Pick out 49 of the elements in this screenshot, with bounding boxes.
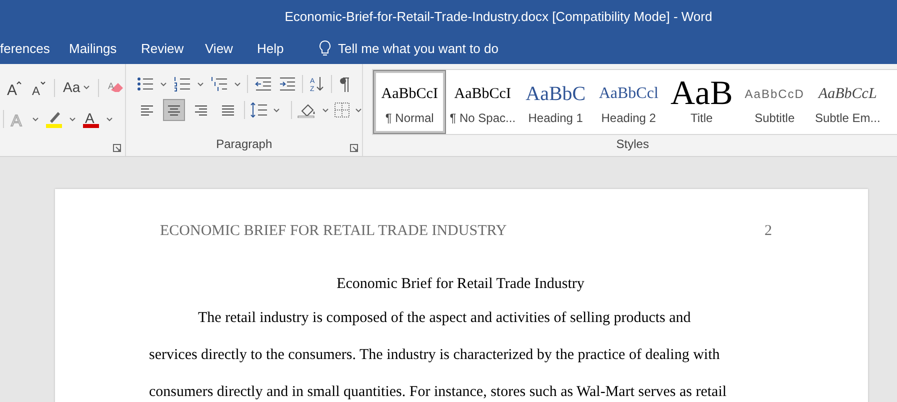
caret-icon[interactable] [197, 82, 204, 86]
tell-me-field[interactable]: Tell me what you want to do [338, 38, 498, 58]
ribbon-tab[interactable]: ferences [0, 38, 69, 58]
align-center-button[interactable] [163, 99, 186, 121]
caret-icon[interactable] [273, 108, 280, 112]
style-item[interactable]: AaBbCcI ¶ Normal [373, 70, 446, 134]
caret-icon[interactable] [355, 108, 362, 112]
group-label: Paragraph [215, 136, 274, 153]
caret-icon[interactable] [234, 82, 242, 86]
align-justify-icon [220, 102, 236, 118]
ribbon-tab[interactable]: View [205, 38, 257, 58]
multilevel-list-icon[interactable] [210, 76, 228, 92]
change-case-button[interactable]: Aa [63, 77, 90, 98]
caret-icon[interactable] [322, 108, 330, 112]
borders-icon[interactable] [334, 102, 350, 118]
style-item[interactable]: AaB Title [665, 70, 738, 134]
lightbulb-icon[interactable] [318, 40, 332, 58]
pilcrow-icon[interactable] [338, 76, 350, 92]
dialog-launcher-icon[interactable] [113, 144, 122, 152]
caret-icon[interactable] [32, 116, 39, 122]
caret-icon[interactable] [83, 85, 90, 90]
style-item[interactable]: AaBbCcI ¶ No Spac... [446, 70, 520, 134]
style-item[interactable]: AaBbCcL Subtle Em... [811, 70, 884, 134]
align-center-icon [166, 102, 182, 118]
shading-icon[interactable] [297, 102, 318, 118]
increase-indent-icon[interactable] [278, 76, 296, 92]
align-right-icon [193, 102, 210, 118]
page-number: 2 [764, 222, 772, 241]
ribbon-tab[interactable]: Mailings [69, 38, 141, 58]
style-item[interactable]: AaBbC Heading 1 [519, 70, 592, 134]
page-header: ECONOMIC BRIEF FOR RETAIL TRADE INDUSTRY [160, 222, 507, 241]
caret-icon[interactable] [160, 82, 168, 86]
group-label: Styles [615, 136, 650, 153]
document-title: Economic Brief for Retail Trade Industry [336, 274, 586, 294]
ribbon-tab[interactable]: Review [141, 38, 205, 58]
numbering-icon[interactable] [173, 76, 192, 92]
highlighter-icon[interactable] [45, 110, 63, 128]
body-paragraph: The retail industry is composed of the aspect and activities of selling products and services directly to the consumers. The industry is characterized by the practice of dealing with consumers directly and in small quantities. For instance, stores such as Wal-Mart serves as retail [149, 309, 728, 402]
style-item[interactable]: AaBbCcD Subtitle [738, 70, 812, 134]
align-left-icon [139, 102, 156, 118]
caret-icon[interactable] [106, 116, 113, 122]
line-spacing-icon[interactable] [250, 102, 268, 118]
decrease-indent-icon[interactable] [254, 76, 272, 92]
ribbon-tab[interactable]: Help [257, 38, 318, 58]
dialog-launcher-icon[interactable] [350, 144, 358, 152]
caret-icon[interactable] [69, 116, 76, 122]
window-title: Economic-Brief-for-Retail-Trade-Industry.docx [Compatibility Mode] - Word [284, 8, 712, 26]
bullets-icon[interactable] [136, 76, 154, 92]
style-item[interactable]: AaBbCcl Heading 2 [592, 70, 666, 134]
